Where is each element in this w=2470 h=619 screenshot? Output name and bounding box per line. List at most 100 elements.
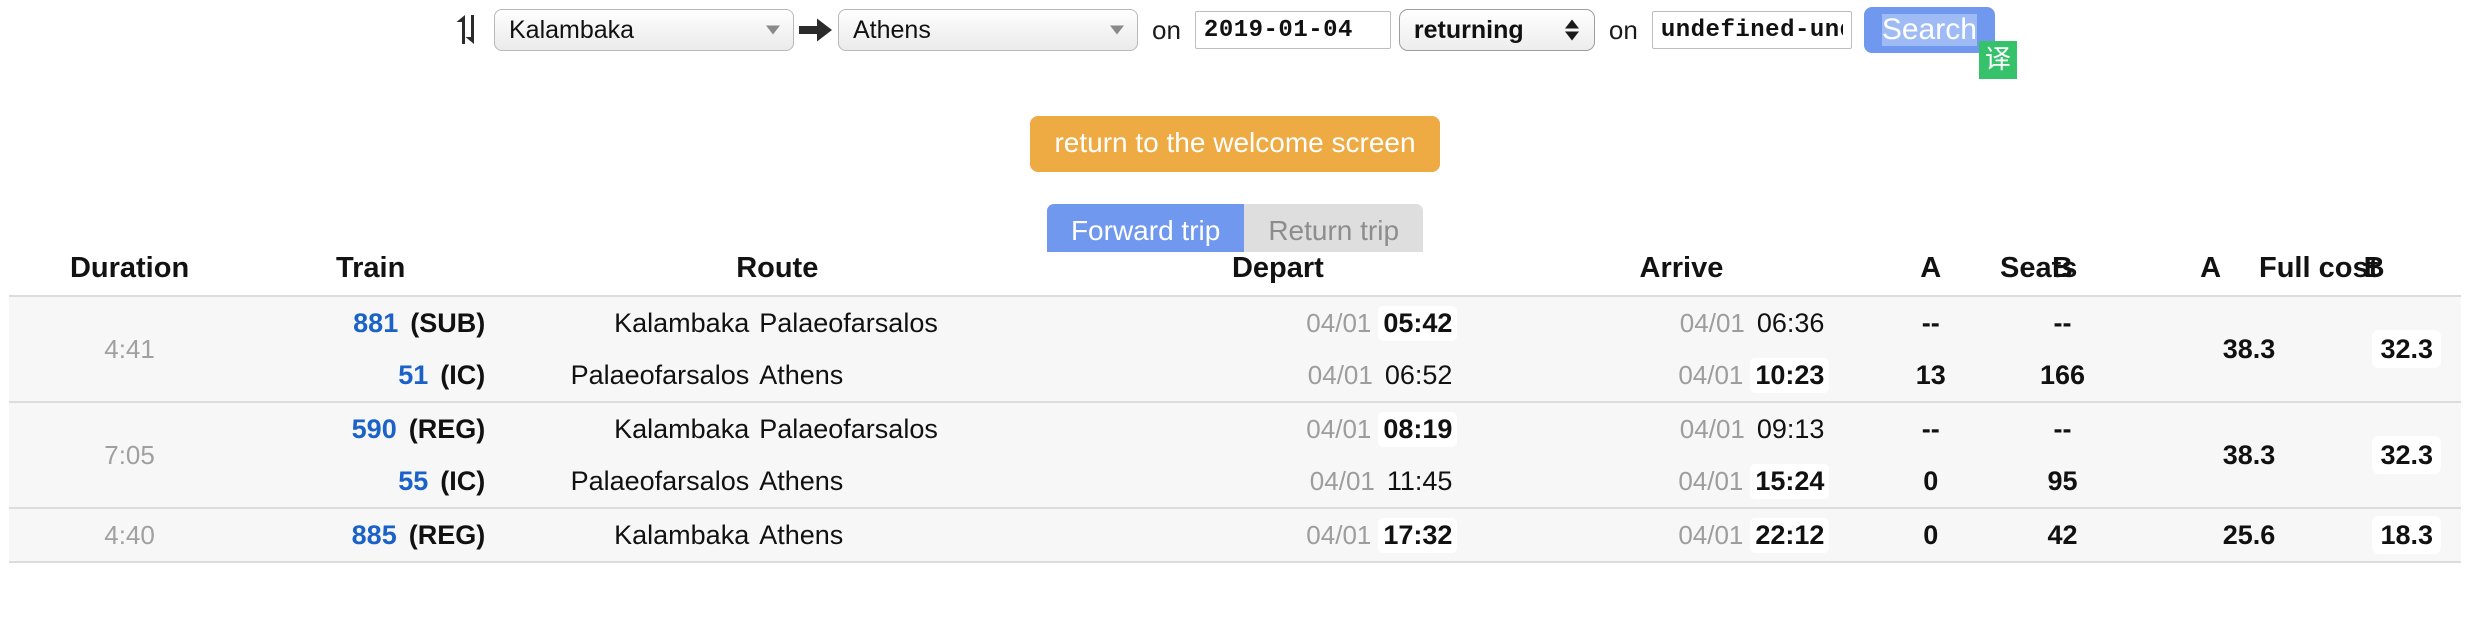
trip-leg: 590 (REG)	[250, 403, 491, 455]
cell-duration: 7:05	[9, 401, 251, 509]
seats-b-value: 95	[2047, 465, 2078, 496]
trip-leg: 04/01 10:23	[1492, 349, 1870, 401]
return-date-input[interactable]	[1651, 11, 1852, 49]
return-to-welcome-button[interactable]: return to the welcome screen	[1030, 116, 1440, 172]
trip-leg: 04/01 08:19	[1063, 403, 1492, 455]
trip-leg: 04/01 06:52	[1063, 349, 1492, 401]
train-category: (IC)	[440, 465, 486, 496]
col-header-route[interactable]: Route	[491, 252, 1064, 296]
col-header-depart[interactable]: Depart	[1063, 252, 1493, 296]
col-header-duration[interactable]: Duration	[9, 252, 251, 296]
cell-seats-b: -- 95	[1991, 401, 2135, 509]
group-header-full-cost: Full cost	[2259, 252, 2379, 284]
table-row[interactable]: 4:41 881 (SUB) 51 (IC) Kalambaka Palaeofarsalo…	[9, 295, 2461, 403]
cell-train: 881 (SUB) 51 (IC)	[250, 295, 492, 403]
origin-select[interactable]: Kalambaka	[494, 9, 794, 51]
trip-leg: 04/01 09:13	[1492, 403, 1870, 455]
cell-arrive: 04/01 22:12	[1492, 507, 1871, 563]
search-button[interactable]: Search	[1863, 7, 1995, 53]
trip-leg: --	[1870, 403, 1991, 455]
col-header-seats-a[interactable]: A	[1870, 252, 1991, 296]
arrive-date: 04/01	[1679, 413, 1745, 444]
table-row[interactable]: 7:05 590 (REG) 55 (IC) Kalambaka Palaeofarsalo…	[9, 401, 2461, 509]
cell-depart: 04/01 17:32	[1063, 507, 1493, 563]
trip-leg: 0	[1870, 455, 1991, 507]
route-origin: Palaeofarsalos	[570, 359, 750, 390]
cell-route: Kalambaka Palaeofarsalos Palaeofarsalos Ath…	[491, 295, 1064, 403]
on-label-return: on	[1608, 14, 1638, 45]
trip-leg: Palaeofarsalos Athens	[491, 349, 1063, 401]
seats-a-value: --	[1921, 307, 1940, 338]
col-header-arrive[interactable]: Arrive	[1492, 252, 1871, 296]
search-bar: Kalambaka Athens on returning on Search …	[0, 0, 2470, 79]
depart-date: 04/01	[1306, 307, 1372, 338]
depart-time: 11:45	[1386, 465, 1453, 496]
route-origin: Kalambaka	[614, 307, 750, 338]
cell-depart: 04/01 08:19 04/01 11:45	[1063, 401, 1493, 509]
trip-leg: 55 (IC)	[250, 455, 491, 507]
depart-date: 04/01	[1309, 465, 1375, 496]
arrive-time: 22:12	[1750, 517, 1830, 553]
cost-b-value: 18.3	[2372, 515, 2441, 554]
cell-route: Kalambaka Palaeofarsalos Palaeofarsalos Ath…	[491, 401, 1064, 509]
cell-cost-b: 32.3	[2287, 401, 2461, 509]
search-button-wrap: Search 译	[1863, 7, 2017, 79]
route-origin: Palaeofarsalos	[570, 465, 750, 496]
train-category: (IC)	[440, 359, 486, 390]
arrive-date: 04/01	[1678, 465, 1744, 496]
col-header-train[interactable]: Train	[250, 252, 492, 296]
welcome-button-row: return to the welcome screen	[0, 60, 2470, 172]
cost-b-value: 32.3	[2372, 329, 2441, 368]
train-number-link[interactable]: 51	[398, 360, 428, 391]
cell-arrive: 04/01 06:36 04/01 10:23	[1492, 295, 1871, 403]
results-table: Duration Train Route Depart Arrive A B A…	[9, 252, 2461, 563]
trip-leg: 13	[1870, 349, 1991, 401]
depart-time: 08:19	[1378, 411, 1458, 447]
route-destination: Athens	[759, 359, 844, 390]
arrive-date: 04/01	[1678, 359, 1744, 390]
direction-select-wrap: returning	[1398, 9, 1595, 51]
cell-route: Kalambaka Athens	[491, 507, 1064, 563]
depart-date: 04/01	[1307, 359, 1373, 390]
destination-select-wrap: Athens	[838, 9, 1138, 51]
trip-leg: 166	[1991, 349, 2134, 401]
arrive-date: 04/01	[1679, 307, 1745, 338]
seats-a-value: 0	[1923, 519, 1939, 550]
cost-a-value: 25.6	[2222, 519, 2276, 550]
table-row[interactable]: 4:40 885 (REG) Kalambaka Athens 04/01 17:32 04/…	[9, 507, 2461, 563]
cell-seats-a: -- 0	[1870, 401, 1991, 509]
cell-duration: 4:41	[9, 295, 251, 403]
origin-select-wrap: Kalambaka	[494, 9, 794, 51]
depart-time: 17:32	[1378, 517, 1458, 553]
arrive-date: 04/01	[1678, 519, 1744, 550]
cell-seats-a: -- 13	[1870, 295, 1991, 403]
train-number-link[interactable]: 881	[353, 308, 398, 339]
translate-badge-icon[interactable]: 译	[1978, 41, 2017, 79]
seats-a-value: 0	[1923, 465, 1939, 496]
swap-vertical-icon[interactable]	[452, 10, 484, 50]
outbound-date-input[interactable]	[1194, 11, 1391, 49]
group-header-seats: Seats	[2000, 252, 2078, 284]
destination-select[interactable]: Athens	[838, 9, 1138, 51]
route-destination: Palaeofarsalos	[759, 307, 938, 338]
train-number-link[interactable]: 590	[352, 414, 397, 445]
train-number-link[interactable]: 885	[352, 520, 397, 551]
depart-date: 04/01	[1306, 519, 1372, 550]
cell-train: 885 (REG)	[250, 507, 492, 563]
cost-a-value: 38.3	[2222, 333, 2276, 364]
results-section: Seats Full cost Duration Train Route Dep…	[0, 252, 2470, 563]
direction-select[interactable]: returning	[1398, 9, 1595, 51]
trip-leg: --	[1991, 297, 2134, 349]
route-destination: Athens	[759, 465, 844, 496]
cell-seats-b: 42	[1991, 507, 2135, 563]
train-number-link[interactable]: 55	[398, 466, 428, 497]
results-table-body: 4:41 881 (SUB) 51 (IC) Kalambaka Palaeofarsalo…	[9, 295, 2461, 563]
trip-leg: Kalambaka Palaeofarsalos	[491, 403, 1063, 455]
trip-leg: --	[1870, 297, 1991, 349]
search-button-label: Search	[1881, 13, 1977, 47]
cell-train: 590 (REG) 55 (IC)	[250, 401, 492, 509]
trip-leg: Palaeofarsalos Athens	[491, 455, 1063, 507]
cell-cost-b: 32.3	[2287, 295, 2461, 403]
route-origin: Kalambaka	[614, 413, 750, 444]
arrive-time: 15:24	[1750, 463, 1830, 499]
